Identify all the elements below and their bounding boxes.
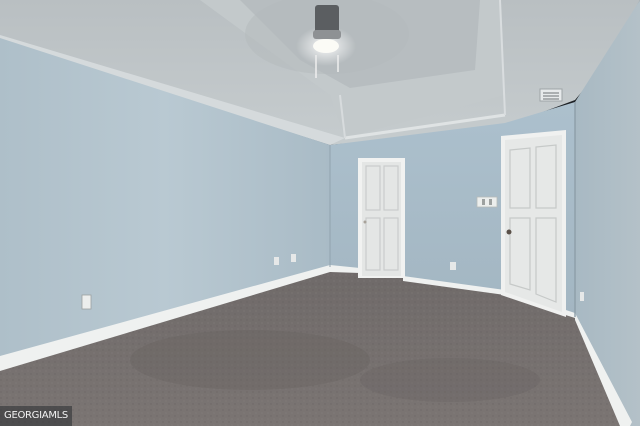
entry-door (501, 130, 566, 317)
hvac-vent (539, 88, 563, 102)
light-switch-plate (476, 196, 498, 208)
room-illustration (0, 0, 640, 426)
watermark-logo: GEORGIAMLS (0, 406, 72, 426)
closet-door (358, 158, 405, 278)
room-photo: GEORGIAMLS (0, 0, 640, 426)
